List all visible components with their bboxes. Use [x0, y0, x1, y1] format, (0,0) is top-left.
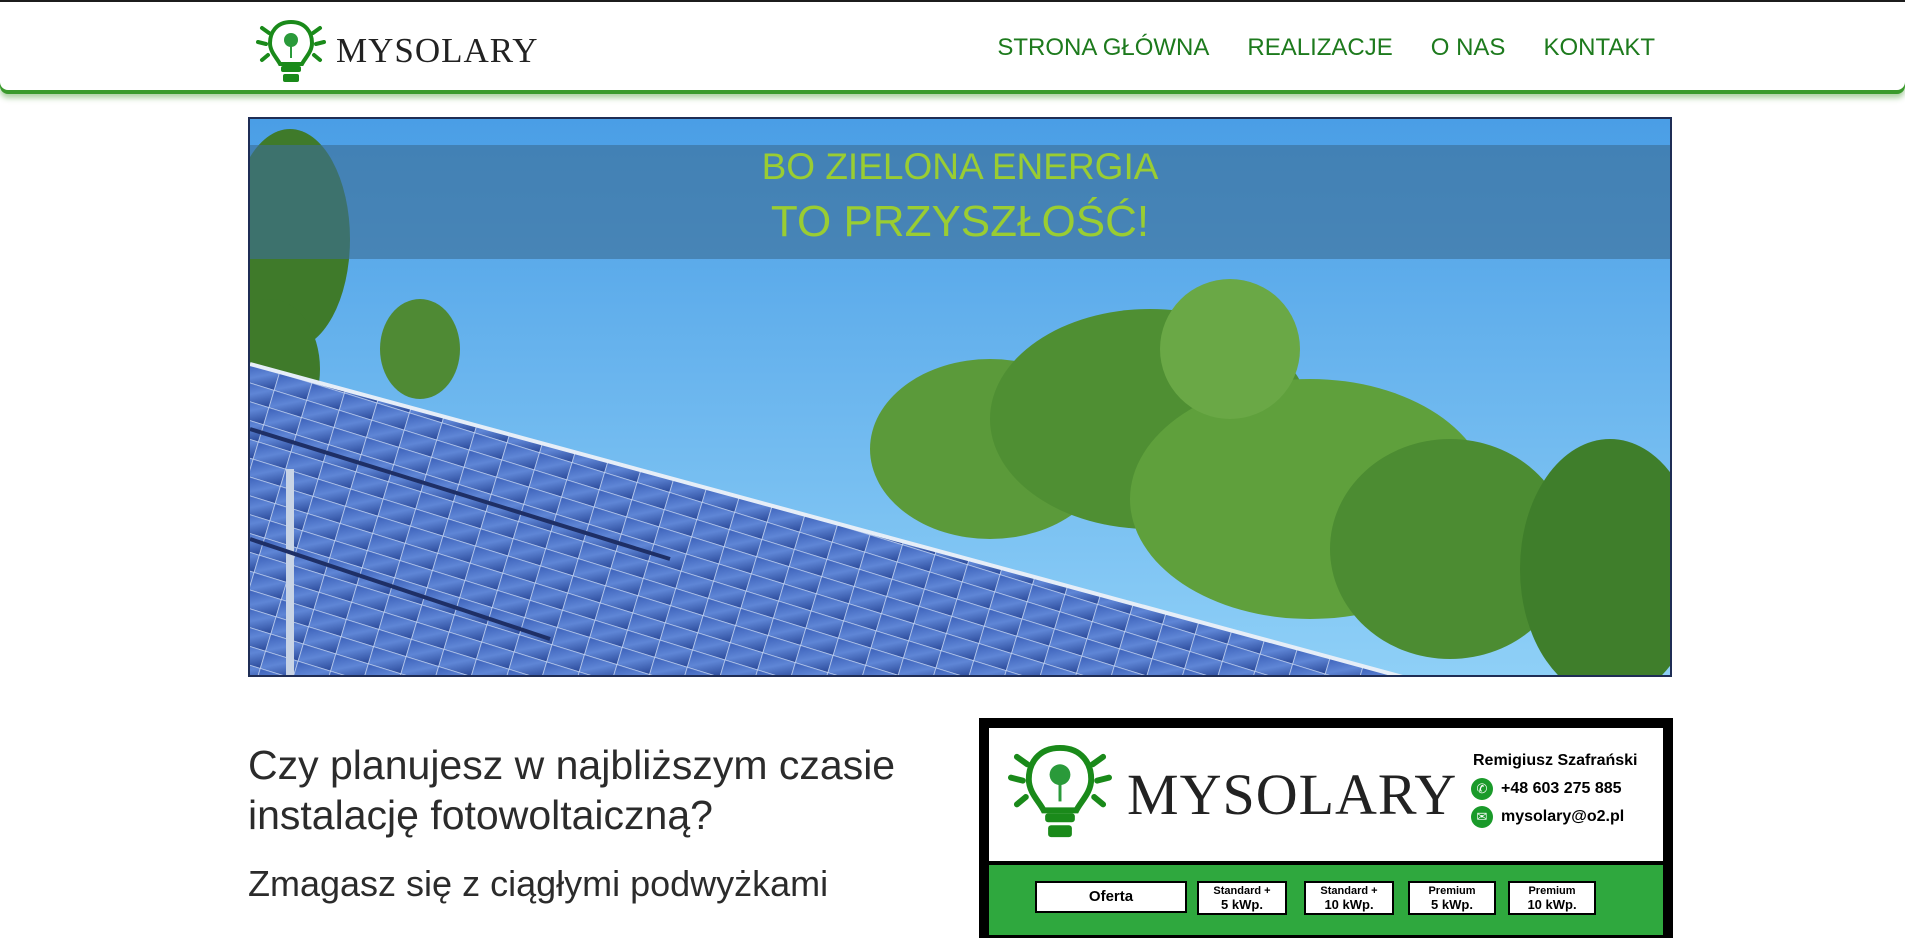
nav-item-realizations[interactable]: REALIZACJE	[1247, 34, 1392, 62]
offer-flyer: MYSOLARY Remigiusz Szafrański ✆ +48 603 …	[979, 718, 1673, 938]
lightbulb-logo-icon	[1008, 744, 1112, 838]
hero-title-line1: BO ZIELONA ENERGIA	[761, 146, 1159, 187]
intro-heading: Czy planujesz w najbliższym czasie insta…	[248, 742, 896, 838]
plan-power: 5 kWp.	[1221, 897, 1263, 912]
nav-item-home[interactable]: STRONA GŁÓWNA	[997, 34, 1209, 62]
site-logo-text: MYSOLARY	[336, 31, 539, 70]
offer-table: Oferta Standard + 5 kWp. Standard + 10 k…	[989, 865, 1663, 935]
plan-premium-10: Premium 10 kWp.	[1508, 881, 1596, 915]
hero-caption-band: BO ZIELONA ENERGIA TO PRZYSZŁOŚĆ!	[250, 145, 1670, 259]
nav-item-about[interactable]: O NAS	[1431, 34, 1506, 62]
plan-power: 10 kWp.	[1527, 897, 1577, 912]
lightbulb-logo-icon	[256, 19, 326, 82]
plan-name: Standard +	[1320, 885, 1378, 897]
hero-banner: BO ZIELONA ENERGIA TO PRZYSZŁOŚĆ!	[248, 117, 1672, 677]
contact-email: mysolary@o2.pl	[1501, 808, 1625, 825]
plan-name: Premium	[1428, 885, 1476, 897]
flyer-logo-text: MYSOLARY	[1127, 761, 1458, 827]
intro-section: Czy planujesz w najbliższym czasie insta…	[248, 740, 948, 906]
plan-name: Premium	[1528, 885, 1576, 897]
flyer-contact: Remigiusz Szafrański ✆ +48 603 275 885 ✉…	[1471, 752, 1638, 834]
offer-label: Oferta	[1035, 881, 1187, 913]
mail-icon: ✉	[1471, 806, 1493, 828]
phone-icon: ✆	[1471, 778, 1493, 800]
site-header: MYSOLARY STRONA GŁÓWNA REALIZACJE O NAS …	[0, 2, 1905, 90]
plan-standard-5: Standard + 5 kWp.	[1197, 881, 1287, 915]
plan-standard-10: Standard + 10 kWp.	[1304, 881, 1394, 915]
plan-premium-5: Premium 5 kWp.	[1408, 881, 1496, 915]
plan-power: 10 kWp.	[1324, 897, 1374, 912]
flyer-logo: MYSOLARY	[1001, 742, 1457, 846]
contact-phone: +48 603 275 885	[1501, 780, 1622, 797]
main-nav: STRONA GŁÓWNA REALIZACJE O NAS KONTAKT	[997, 34, 1655, 62]
site-logo[interactable]: MYSOLARY	[252, 18, 538, 88]
nav-item-contact[interactable]: KONTAKT	[1543, 34, 1655, 62]
hero-title-line2: TO PRZYSZŁOŚĆ!	[770, 197, 1150, 246]
contact-name: Remigiusz Szafrański	[1473, 752, 1638, 769]
plan-power: 5 kWp.	[1431, 897, 1473, 912]
plan-name: Standard +	[1213, 885, 1271, 897]
intro-subheading: Zmagasz się z ciągłymi podwyżkami	[248, 863, 829, 904]
